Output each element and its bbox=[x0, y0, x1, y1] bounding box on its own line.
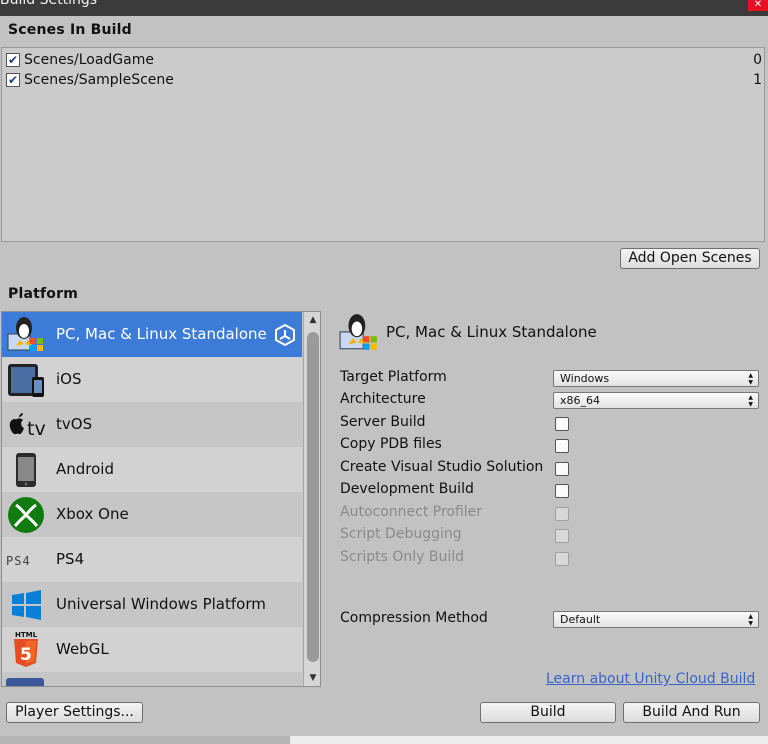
architecture-dropdown[interactable]: x86_64 ▲ ▼ bbox=[553, 392, 759, 409]
platform-label: PC, Mac & Linux Standalone bbox=[56, 325, 267, 343]
platform-item-standalone[interactable]: PC, Mac & Linux Standalone bbox=[2, 312, 302, 357]
scene-checkbox[interactable]: ✔ bbox=[6, 53, 20, 67]
scene-name: Scenes/SampleScene bbox=[24, 72, 174, 88]
script-debugging-label: Script Debugging bbox=[340, 526, 462, 542]
platform-item-partial[interactable] bbox=[2, 672, 302, 686]
copy-pdb-checkbox[interactable] bbox=[555, 439, 569, 453]
copy-pdb-label: Copy PDB files bbox=[340, 436, 442, 452]
platform-label: Android bbox=[56, 460, 114, 478]
platform-list: PC, Mac & Linux Standalone iOS tv tvOS A… bbox=[1, 311, 321, 687]
scripts-only-build-checkbox bbox=[555, 552, 569, 566]
compression-method-label: Compression Method bbox=[340, 610, 488, 626]
standalone-icon bbox=[339, 314, 377, 350]
android-icon bbox=[16, 453, 36, 487]
scenes-heading: Scenes In Build bbox=[8, 22, 132, 38]
platform-label: Universal Windows Platform bbox=[56, 595, 266, 613]
dropdown-caret-icon: ▲ ▼ bbox=[748, 394, 753, 408]
script-debugging-checkbox bbox=[555, 529, 569, 543]
scroll-up-icon[interactable]: ▲ bbox=[304, 312, 320, 328]
target-platform-dropdown[interactable]: Windows ▲ ▼ bbox=[553, 370, 759, 387]
autoconnect-profiler-label: Autoconnect Profiler bbox=[340, 504, 483, 520]
scene-name: Scenes/LoadGame bbox=[24, 52, 154, 68]
server-build-checkbox[interactable] bbox=[555, 417, 569, 431]
platform-label: tvOS bbox=[56, 415, 93, 433]
tvos-icon: tv bbox=[9, 413, 46, 440]
scene-index: 1 bbox=[753, 72, 762, 88]
close-icon[interactable]: ✕ bbox=[748, 0, 768, 11]
platform-label: WebGL bbox=[56, 640, 109, 658]
platform-label: PS4 bbox=[56, 550, 85, 568]
platform-scrollbar[interactable]: ▲ ▼ bbox=[303, 312, 320, 686]
background-strip bbox=[0, 736, 290, 744]
dropdown-caret-icon: ▲ ▼ bbox=[748, 372, 753, 386]
platform-item-tvos[interactable]: tv tvOS bbox=[2, 402, 302, 447]
dropdown-caret-icon: ▲ ▼ bbox=[748, 613, 753, 627]
platform-item-webgl[interactable]: HTML 5 WebGL bbox=[2, 627, 302, 672]
server-build-label: Server Build bbox=[340, 414, 426, 430]
development-build-label: Development Build bbox=[340, 481, 474, 497]
svg-text:5: 5 bbox=[20, 645, 32, 665]
scripts-only-build-label: Scripts Only Build bbox=[340, 549, 465, 565]
compression-method-value: Default bbox=[560, 613, 601, 626]
cloud-build-link[interactable]: Learn about Unity Cloud Build bbox=[546, 671, 755, 687]
platform-heading: Platform bbox=[8, 286, 79, 302]
platform-item-xbox[interactable]: Xbox One bbox=[2, 492, 302, 537]
scroll-down-icon[interactable]: ▼ bbox=[304, 670, 320, 686]
create-vs-solution-label: Create Visual Studio Solution bbox=[340, 459, 544, 475]
scroll-thumb[interactable] bbox=[307, 332, 319, 662]
scene-index: 0 bbox=[753, 52, 762, 68]
platform-label: Xbox One bbox=[56, 505, 129, 523]
window-title: Build Settings bbox=[0, 0, 98, 8]
build-button[interactable]: Build bbox=[480, 702, 616, 723]
xbox-icon bbox=[8, 497, 44, 533]
target-platform-value: Windows bbox=[560, 372, 610, 385]
svg-text:HTML: HTML bbox=[15, 631, 38, 639]
platform-item-android[interactable]: Android bbox=[2, 447, 302, 492]
platform-item-ps4[interactable]: PS4 PS4 bbox=[2, 537, 302, 582]
build-and-run-button[interactable]: Build And Run bbox=[623, 702, 760, 723]
standalone-icon bbox=[7, 317, 43, 351]
add-open-scenes-button[interactable]: Add Open Scenes bbox=[620, 248, 760, 269]
title-bar: Build Settings ✕ bbox=[0, 0, 768, 16]
unity-icon bbox=[275, 324, 295, 346]
facebook-icon bbox=[6, 678, 44, 686]
platform-label: iOS bbox=[56, 370, 82, 388]
autoconnect-profiler-checkbox bbox=[555, 507, 569, 521]
svg-text:tv: tv bbox=[27, 418, 46, 440]
ios-icon bbox=[8, 364, 44, 397]
platform-item-uwp[interactable]: Universal Windows Platform bbox=[2, 582, 302, 627]
ps4-icon: PS4 bbox=[6, 554, 31, 568]
platform-item-ios[interactable]: iOS bbox=[2, 357, 302, 402]
scene-row[interactable]: ✔ Scenes/LoadGame 0 bbox=[6, 50, 764, 70]
platform-detail-title: PC, Mac & Linux Standalone bbox=[386, 323, 597, 341]
target-platform-label: Target Platform bbox=[340, 369, 447, 385]
html5-icon: HTML 5 bbox=[14, 631, 38, 667]
create-vs-solution-checkbox[interactable] bbox=[555, 462, 569, 476]
development-build-checkbox[interactable] bbox=[555, 484, 569, 498]
scenes-list: ✔ Scenes/LoadGame 0 ✔ Scenes/SampleScene… bbox=[1, 47, 765, 242]
compression-method-dropdown[interactable]: Default ▲ ▼ bbox=[553, 611, 759, 628]
background-strip bbox=[290, 736, 768, 744]
architecture-label: Architecture bbox=[340, 391, 426, 407]
scene-checkbox[interactable]: ✔ bbox=[6, 73, 20, 87]
windows-icon bbox=[12, 590, 41, 620]
player-settings-button[interactable]: Player Settings... bbox=[6, 702, 143, 723]
svg-text:PS4: PS4 bbox=[6, 554, 31, 568]
scene-row[interactable]: ✔ Scenes/SampleScene 1 bbox=[6, 70, 764, 90]
architecture-value: x86_64 bbox=[560, 394, 601, 407]
